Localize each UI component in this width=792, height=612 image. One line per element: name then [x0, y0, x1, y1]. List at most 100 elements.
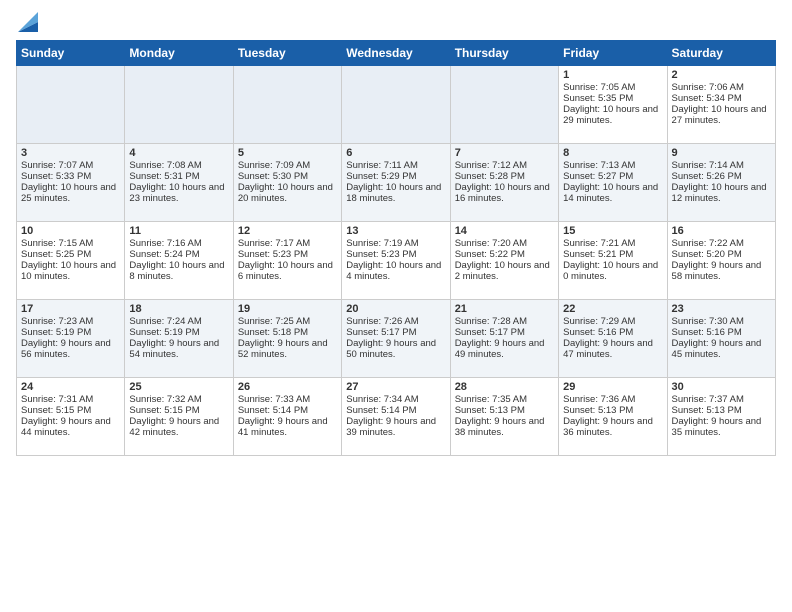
calendar-cell: 8Sunrise: 7:13 AMSunset: 5:27 PMDaylight… — [559, 144, 667, 222]
sunrise-text: Sunrise: 7:05 AM — [563, 82, 635, 93]
sunset-text: Sunset: 5:34 PM — [672, 93, 742, 104]
calendar-cell: 28Sunrise: 7:35 AMSunset: 5:13 PMDayligh… — [450, 378, 558, 456]
weekday-header-thursday: Thursday — [450, 41, 558, 66]
day-number: 21 — [455, 303, 554, 315]
day-number: 19 — [238, 303, 337, 315]
daylight-label: Daylight: 10 hours and 10 minutes. — [21, 260, 116, 282]
daylight-label: Daylight: 9 hours and 41 minutes. — [238, 416, 328, 438]
week-row-3: 10Sunrise: 7:15 AMSunset: 5:25 PMDayligh… — [17, 222, 776, 300]
sunset-text: Sunset: 5:28 PM — [455, 171, 525, 182]
sunrise-text: Sunrise: 7:29 AM — [563, 316, 635, 327]
sunrise-text: Sunrise: 7:22 AM — [672, 238, 744, 249]
daylight-label: Daylight: 9 hours and 49 minutes. — [455, 338, 545, 360]
sunrise-text: Sunrise: 7:23 AM — [21, 316, 93, 327]
daylight-label: Daylight: 9 hours and 35 minutes. — [672, 416, 762, 438]
calendar-cell: 19Sunrise: 7:25 AMSunset: 5:18 PMDayligh… — [233, 300, 341, 378]
daylight-label: Daylight: 10 hours and 12 minutes. — [672, 182, 767, 204]
sunset-text: Sunset: 5:14 PM — [346, 405, 416, 416]
daylight-label: Daylight: 10 hours and 25 minutes. — [21, 182, 116, 204]
calendar-cell: 29Sunrise: 7:36 AMSunset: 5:13 PMDayligh… — [559, 378, 667, 456]
daylight-label: Daylight: 10 hours and 16 minutes. — [455, 182, 550, 204]
sunset-text: Sunset: 5:16 PM — [672, 327, 742, 338]
day-number: 27 — [346, 381, 445, 393]
sunrise-text: Sunrise: 7:16 AM — [129, 238, 201, 249]
sunset-text: Sunset: 5:30 PM — [238, 171, 308, 182]
sunrise-text: Sunrise: 7:37 AM — [672, 394, 744, 405]
weekday-header-sunday: Sunday — [17, 41, 125, 66]
calendar-table: SundayMondayTuesdayWednesdayThursdayFrid… — [16, 40, 776, 456]
sunset-text: Sunset: 5:31 PM — [129, 171, 199, 182]
day-number: 5 — [238, 147, 337, 159]
day-number: 24 — [21, 381, 120, 393]
day-number: 18 — [129, 303, 228, 315]
sunset-text: Sunset: 5:25 PM — [21, 249, 91, 260]
day-number: 13 — [346, 225, 445, 237]
calendar-cell — [125, 66, 233, 144]
calendar-cell: 21Sunrise: 7:28 AMSunset: 5:17 PMDayligh… — [450, 300, 558, 378]
daylight-label: Daylight: 10 hours and 29 minutes. — [563, 104, 658, 126]
sunrise-text: Sunrise: 7:25 AM — [238, 316, 310, 327]
sunset-text: Sunset: 5:24 PM — [129, 249, 199, 260]
day-number: 14 — [455, 225, 554, 237]
sunset-text: Sunset: 5:13 PM — [455, 405, 525, 416]
logo — [16, 12, 38, 32]
calendar-cell: 18Sunrise: 7:24 AMSunset: 5:19 PMDayligh… — [125, 300, 233, 378]
calendar-cell: 9Sunrise: 7:14 AMSunset: 5:26 PMDaylight… — [667, 144, 775, 222]
sunrise-text: Sunrise: 7:35 AM — [455, 394, 527, 405]
sunrise-text: Sunrise: 7:06 AM — [672, 82, 744, 93]
sunrise-text: Sunrise: 7:30 AM — [672, 316, 744, 327]
sunset-text: Sunset: 5:23 PM — [238, 249, 308, 260]
daylight-label: Daylight: 10 hours and 8 minutes. — [129, 260, 224, 282]
daylight-label: Daylight: 9 hours and 56 minutes. — [21, 338, 111, 360]
calendar-cell: 27Sunrise: 7:34 AMSunset: 5:14 PMDayligh… — [342, 378, 450, 456]
sunset-text: Sunset: 5:16 PM — [563, 327, 633, 338]
sunset-text: Sunset: 5:26 PM — [672, 171, 742, 182]
calendar-cell — [450, 66, 558, 144]
sunset-text: Sunset: 5:13 PM — [563, 405, 633, 416]
sunset-text: Sunset: 5:15 PM — [129, 405, 199, 416]
logo-icon — [18, 12, 38, 32]
day-number: 25 — [129, 381, 228, 393]
sunrise-text: Sunrise: 7:15 AM — [21, 238, 93, 249]
day-number: 15 — [563, 225, 662, 237]
calendar-cell: 17Sunrise: 7:23 AMSunset: 5:19 PMDayligh… — [17, 300, 125, 378]
sunrise-text: Sunrise: 7:28 AM — [455, 316, 527, 327]
calendar-cell: 23Sunrise: 7:30 AMSunset: 5:16 PMDayligh… — [667, 300, 775, 378]
sunset-text: Sunset: 5:33 PM — [21, 171, 91, 182]
daylight-label: Daylight: 10 hours and 0 minutes. — [563, 260, 658, 282]
sunrise-text: Sunrise: 7:31 AM — [21, 394, 93, 405]
daylight-label: Daylight: 9 hours and 42 minutes. — [129, 416, 219, 438]
daylight-label: Daylight: 9 hours and 45 minutes. — [672, 338, 762, 360]
sunset-text: Sunset: 5:18 PM — [238, 327, 308, 338]
sunrise-text: Sunrise: 7:33 AM — [238, 394, 310, 405]
sunrise-text: Sunrise: 7:09 AM — [238, 160, 310, 171]
sunset-text: Sunset: 5:13 PM — [672, 405, 742, 416]
calendar-cell: 15Sunrise: 7:21 AMSunset: 5:21 PMDayligh… — [559, 222, 667, 300]
sunset-text: Sunset: 5:23 PM — [346, 249, 416, 260]
page: SundayMondayTuesdayWednesdayThursdayFrid… — [0, 0, 792, 464]
sunrise-text: Sunrise: 7:26 AM — [346, 316, 418, 327]
calendar-cell — [233, 66, 341, 144]
day-number: 7 — [455, 147, 554, 159]
sunrise-text: Sunrise: 7:32 AM — [129, 394, 201, 405]
daylight-label: Daylight: 9 hours and 38 minutes. — [455, 416, 545, 438]
daylight-label: Daylight: 9 hours and 39 minutes. — [346, 416, 436, 438]
sunrise-text: Sunrise: 7:07 AM — [21, 160, 93, 171]
weekday-header-tuesday: Tuesday — [233, 41, 341, 66]
sunset-text: Sunset: 5:19 PM — [21, 327, 91, 338]
weekday-header-saturday: Saturday — [667, 41, 775, 66]
calendar-cell: 16Sunrise: 7:22 AMSunset: 5:20 PMDayligh… — [667, 222, 775, 300]
daylight-label: Daylight: 9 hours and 47 minutes. — [563, 338, 653, 360]
calendar-cell: 7Sunrise: 7:12 AMSunset: 5:28 PMDaylight… — [450, 144, 558, 222]
sunset-text: Sunset: 5:17 PM — [455, 327, 525, 338]
week-row-2: 3Sunrise: 7:07 AMSunset: 5:33 PMDaylight… — [17, 144, 776, 222]
day-number: 4 — [129, 147, 228, 159]
day-number: 10 — [21, 225, 120, 237]
day-number: 1 — [563, 69, 662, 81]
calendar-cell: 12Sunrise: 7:17 AMSunset: 5:23 PMDayligh… — [233, 222, 341, 300]
sunrise-text: Sunrise: 7:34 AM — [346, 394, 418, 405]
daylight-label: Daylight: 10 hours and 2 minutes. — [455, 260, 550, 282]
sunset-text: Sunset: 5:27 PM — [563, 171, 633, 182]
day-number: 16 — [672, 225, 771, 237]
week-row-5: 24Sunrise: 7:31 AMSunset: 5:15 PMDayligh… — [17, 378, 776, 456]
